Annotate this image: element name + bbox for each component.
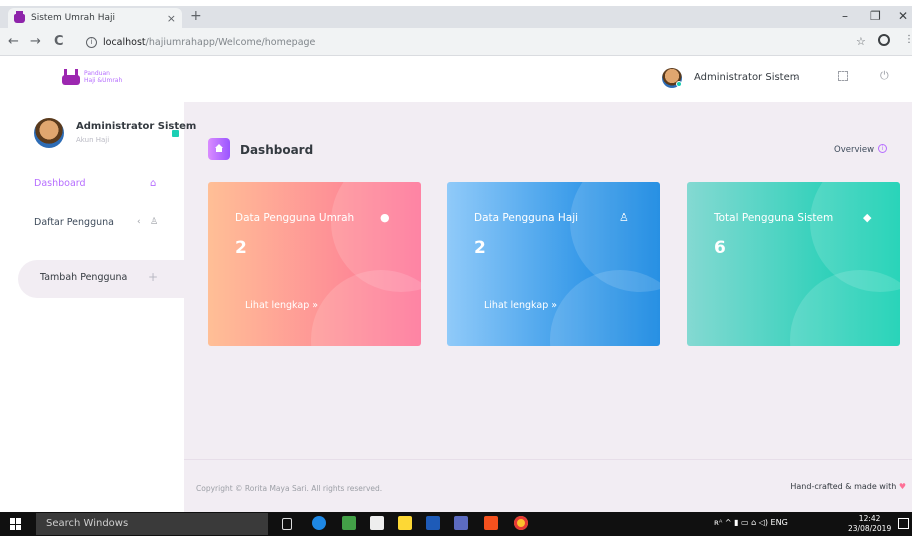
close-window-button[interactable]: ✕ <box>898 9 908 23</box>
web-page: Panduan Haji &Umrah Administrator Sistem… <box>0 56 912 512</box>
windows-start-icon[interactable] <box>10 518 22 530</box>
browser-tab[interactable]: Sistem Umrah Haji × <box>8 8 182 28</box>
edge-browser-icon[interactable] <box>312 516 326 530</box>
windows-taskbar: Search Windows ʀᴬ ^ ▮ ▭ ⌂ ◁) ENG 12:42 2… <box>0 512 912 536</box>
card-data-pengguna-umrah: Data Pengguna Umrah ● 2 Lihat lengkap » <box>208 182 421 346</box>
maximize-button[interactable]: ❐ <box>870 9 881 23</box>
power-icon[interactable]: ⏻ <box>880 69 889 83</box>
card-decoration <box>790 270 900 346</box>
system-tray[interactable]: ʀᴬ ^ ▮ ▭ ⌂ ◁) ENG <box>714 518 788 527</box>
info-circle-icon: i <box>878 144 887 153</box>
user-menu-toggle[interactable]: Administrator Sistem <box>694 72 800 83</box>
back-arrow-icon[interactable]: ← <box>8 34 19 49</box>
address-bar[interactable]: i localhost /hajiumrahapp/Welcome/homepa… <box>86 32 856 52</box>
card-decoration <box>311 270 421 346</box>
plus-icon: + <box>148 270 159 284</box>
browser-tab-bar: Sistem Umrah Haji × + – ❐ ✕ <box>0 6 912 28</box>
tab-title: Sistem Umrah Haji <box>31 13 116 23</box>
url-host: localhost <box>103 36 146 48</box>
user-icon: ♙ <box>150 217 159 227</box>
kaaba-favicon-icon <box>14 10 25 23</box>
taskbar-search-box[interactable]: Search Windows <box>36 513 268 535</box>
add-user-button[interactable]: Tambah Pengguna + <box>18 260 190 298</box>
page-title: Dashboard <box>240 143 314 157</box>
card-title: Data Pengguna Umrah <box>235 212 355 224</box>
file-explorer-icon[interactable] <box>342 516 356 530</box>
card-value: 2 <box>474 238 486 258</box>
new-tab-button[interactable]: + <box>190 8 202 24</box>
info-icon[interactable]: i <box>86 36 97 48</box>
chevron-left-icon: ‹ <box>137 217 141 227</box>
top-navbar: Panduan Haji &Umrah Administrator Sistem… <box>0 56 912 102</box>
notification-icon[interactable] <box>898 518 909 529</box>
brand-logo[interactable]: Panduan Haji &Umrah <box>62 69 122 85</box>
sidebar: Administrator Sistem Akun Haji Dashboard… <box>0 102 196 512</box>
lihat-lengkap-link[interactable]: Lihat lengkap » <box>245 300 318 311</box>
card-data-pengguna-haji: Data Pengguna Haji ♙ 2 Lihat lengkap » <box>447 182 660 346</box>
card-title: Data Pengguna Haji <box>474 212 579 224</box>
chevron-down-icon[interactable]: ⌄ <box>792 72 800 82</box>
sidebar-item-daftar-pengguna[interactable]: Daftar Pengguna <box>34 217 114 228</box>
app-icon[interactable] <box>454 516 468 530</box>
footer-credit: Hand-crafted & made with ♥ <box>790 482 906 491</box>
online-status-dot <box>676 81 682 87</box>
reload-icon[interactable]: C <box>54 34 64 49</box>
kaaba-logo-icon <box>62 69 80 85</box>
user-outline-icon: ♙ <box>619 211 629 224</box>
tab-close-icon[interactable]: × <box>167 12 176 25</box>
browser-toolbar: ← → C i localhost /hajiumrahapp/Welcome/… <box>0 28 912 56</box>
browser-menu-icon[interactable]: ⋮ <box>904 34 912 45</box>
search-placeholder: Search Windows <box>46 518 129 529</box>
sidebar-item-dashboard[interactable]: Dashboard <box>34 178 86 189</box>
lihat-lengkap-link[interactable]: Lihat lengkap » <box>484 300 557 311</box>
mail-icon[interactable] <box>370 516 384 530</box>
card-decoration <box>550 270 660 346</box>
card-total-pengguna-sistem: Total Pengguna Sistem ◆ 6 <box>687 182 900 346</box>
xampp-icon[interactable] <box>484 516 498 530</box>
home-icon: ⌂ <box>150 178 157 189</box>
diamond-icon: ◆ <box>863 211 872 224</box>
card-value: 2 <box>235 238 247 258</box>
footer-copyright: Copyright © Rorita Maya Sari. All rights… <box>196 484 383 493</box>
card-value: 6 <box>714 238 726 258</box>
bookmark-star-icon[interactable]: ☆ <box>856 35 866 48</box>
url-path: /hajiumrahapp/Welcome/homepage <box>145 36 316 48</box>
overview-link[interactable]: Overview <box>834 145 874 155</box>
clock[interactable]: 12:42 23/08/2019 <box>848 514 891 534</box>
bookmark-badge-icon <box>172 130 179 137</box>
store-icon[interactable] <box>398 516 412 530</box>
chrome-icon[interactable] <box>514 516 528 530</box>
word-icon[interactable] <box>426 516 440 530</box>
logo-text: Panduan Haji &Umrah <box>84 70 123 84</box>
task-view-icon[interactable] <box>282 518 292 530</box>
footer: Copyright © Rorita Maya Sari. All rights… <box>184 459 912 512</box>
add-user-label: Tambah Pengguna <box>40 272 128 283</box>
sidebar-profile-role: Akun Haji <box>76 136 110 144</box>
user-icon: ● <box>380 211 390 224</box>
heart-icon: ♥ <box>898 482 906 491</box>
fullscreen-icon[interactable] <box>838 71 848 81</box>
home-icon <box>208 138 230 160</box>
card-title: Total Pengguna Sistem <box>714 212 834 224</box>
profile-icon[interactable] <box>878 34 890 46</box>
minimize-button[interactable]: – <box>842 9 848 23</box>
forward-arrow-icon[interactable]: → <box>30 34 41 49</box>
sidebar-avatar[interactable] <box>34 118 64 148</box>
